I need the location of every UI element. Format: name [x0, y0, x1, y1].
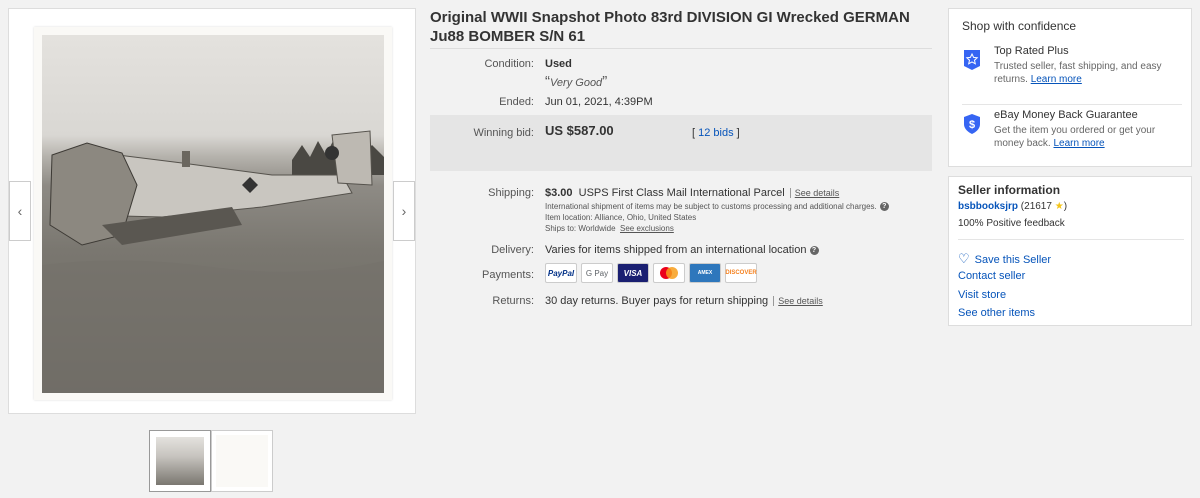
listing-title: Original WWII Snapshot Photo 83rd DIVISI…: [430, 9, 910, 45]
returns-see-details-link[interactable]: See details: [778, 296, 823, 306]
ended-label: Ended:: [499, 96, 534, 108]
paypal-icon: PayPal: [545, 263, 577, 283]
condition-value: Used: [545, 58, 572, 70]
thumbnail-2[interactable]: [211, 430, 273, 492]
delivery-label: Delivery:: [491, 244, 534, 256]
next-image-button[interactable]: ›: [393, 181, 415, 241]
guarantee-title: eBay Money Back Guarantee: [994, 109, 1138, 121]
confidence-heading: Shop with confidence: [962, 19, 1077, 33]
american-express-icon: AMEX: [689, 263, 721, 283]
winning-bid-label: Winning bid:: [473, 127, 534, 139]
shipping-method: USPS First Class Mail International Parc…: [578, 187, 785, 199]
shipping-see-details-link[interactable]: See details: [795, 188, 840, 198]
winning-bid-value: US $587.00: [545, 123, 614, 138]
see-exclusions-link[interactable]: See exclusions: [620, 224, 674, 233]
top-rated-desc-block: Trusted seller, fast shipping, and easy …: [994, 60, 1180, 86]
top-rated-learn-more-link[interactable]: Learn more: [1031, 74, 1082, 85]
money-back-shield-icon: $: [964, 114, 980, 134]
top-rated-title: Top Rated Plus: [994, 45, 1069, 57]
condition-label: Condition:: [484, 58, 534, 70]
returns-value-block: 30 day returns. Buyer pays for return sh…: [545, 295, 925, 307]
seller-heading: Seller information: [958, 183, 1061, 197]
item-location: Item location: Alliance, Ohio, United St…: [545, 213, 697, 222]
chevron-right-icon: ›: [401, 203, 407, 219]
thumbnail-image: [156, 437, 204, 485]
discover-icon: DISCOVER: [725, 263, 757, 283]
thumbnail-image: [216, 435, 268, 487]
guarantee-learn-more-link[interactable]: Learn more: [1053, 138, 1104, 149]
feedback-score-close: ): [1063, 201, 1068, 212]
save-seller-button[interactable]: ♡ Save this Seller: [958, 251, 1051, 267]
airplane-wreck-illustration: [42, 130, 384, 393]
ended-value: Jun 01, 2021, 4:39PM: [545, 96, 653, 108]
thumbnail-strip: [149, 430, 273, 492]
see-other-items-link[interactable]: See other items: [958, 307, 1035, 319]
returns-value: 30 day returns. Buyer pays for return sh…: [545, 295, 769, 307]
seller-username-link[interactable]: bsbbooksjrp: [958, 201, 1018, 212]
contact-seller-link[interactable]: Contact seller: [958, 270, 1025, 282]
svg-text:$: $: [969, 119, 975, 131]
thumbnail-1[interactable]: [149, 430, 211, 492]
bids-count: [ 12 bids ]: [692, 127, 740, 139]
condition-note-text: Very Good: [550, 77, 603, 89]
divider: [962, 104, 1182, 105]
top-rated-badge-icon: [964, 50, 980, 70]
divider: [430, 48, 932, 49]
divider: [958, 239, 1184, 240]
condition-value-block: Used “Very Good”: [545, 58, 607, 90]
image-gallery: ‹ ›: [8, 8, 416, 414]
visa-icon: VISA: [617, 263, 649, 283]
payment-methods: PayPal G Pay VISA AMEX DISCOVER: [545, 263, 757, 283]
feedback-score-open: (21617: [1020, 201, 1055, 212]
payments-label: Payments:: [482, 269, 534, 281]
chevron-left-icon: ‹: [17, 203, 23, 219]
guarantee-desc-block: Get the item you ordered or get your mon…: [994, 124, 1180, 150]
bids-bracket-close: ]: [733, 127, 740, 139]
seller-information-panel: Seller information bsbbooksjrp (21617 ★)…: [948, 176, 1192, 326]
returns-label: Returns:: [492, 295, 534, 307]
winning-bid-box: Winning bid: US $587.00 [ 12 bids ]: [430, 115, 932, 171]
shop-with-confidence-panel: Shop with confidence Top Rated Plus Trus…: [948, 8, 1192, 167]
shipping-label: Shipping:: [488, 187, 534, 199]
save-seller-label: Save this Seller: [974, 254, 1052, 266]
delivery-value-block: Varies for items shipped from an interna…: [545, 244, 925, 256]
seller-name-block: bsbbooksjrp (21617 ★): [958, 201, 1067, 212]
mastercard-icon: [653, 263, 685, 283]
main-photo[interactable]: [34, 27, 392, 400]
heart-icon: ♡: [958, 251, 970, 266]
shipping-intl-note: International shipment of items may be s…: [545, 202, 877, 211]
condition-note: “Very Good”: [545, 73, 608, 90]
visit-store-link[interactable]: Visit store: [958, 289, 1006, 301]
google-pay-icon: G Pay: [581, 263, 613, 283]
positive-feedback: 100% Positive feedback: [958, 218, 1065, 229]
help-icon[interactable]: ?: [879, 202, 889, 212]
shipping-price: $3.00: [545, 187, 573, 199]
bids-link[interactable]: 12 bids: [698, 127, 733, 139]
ships-to: Ships to: Worldwide: [545, 224, 616, 233]
help-icon[interactable]: ?: [809, 245, 819, 255]
shipping-value: $3.00 USPS First Class Mail Internationa…: [545, 187, 925, 234]
previous-image-button[interactable]: ‹: [9, 181, 31, 241]
star-icon: ★: [1054, 201, 1064, 212]
delivery-value: Varies for items shipped from an interna…: [545, 244, 807, 256]
photo-image: [42, 35, 384, 393]
